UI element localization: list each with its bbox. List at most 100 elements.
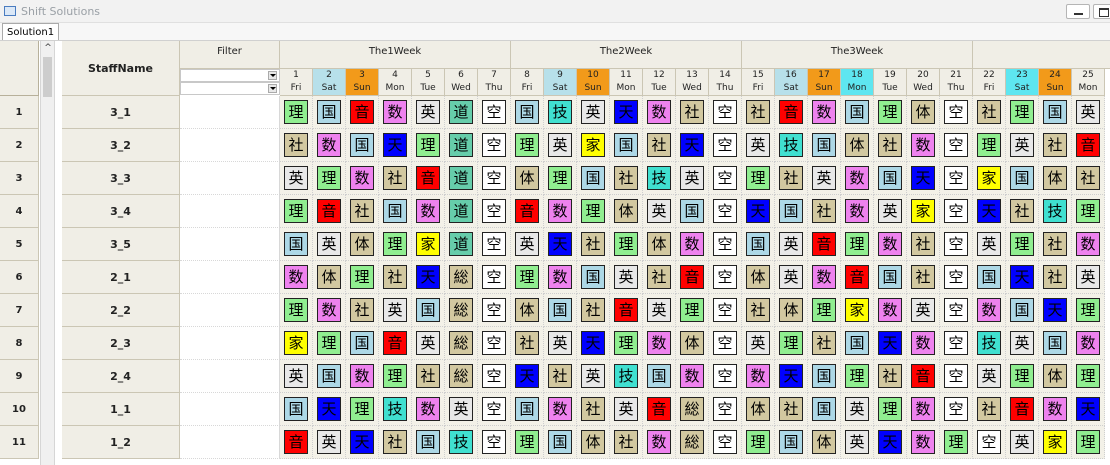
row-header[interactable]: 10 <box>0 393 39 426</box>
day-header[interactable]: 17 Sun <box>808 69 841 96</box>
subject-block[interactable]: 社 <box>746 298 770 322</box>
subject-block[interactable]: 英 <box>911 298 935 322</box>
subject-block[interactable]: 道 <box>449 133 473 157</box>
subject-block[interactable]: 社 <box>1043 232 1067 256</box>
subject-block[interactable]: 理 <box>845 232 869 256</box>
subject-block[interactable]: 数 <box>647 430 671 454</box>
subject-block[interactable]: 空 <box>482 430 506 454</box>
subject-block[interactable]: 国 <box>383 199 407 223</box>
subject-block[interactable]: 家 <box>845 298 869 322</box>
subject-block[interactable]: 家 <box>416 232 440 256</box>
subject-block[interactable]: 空 <box>713 232 737 256</box>
subject-block[interactable]: 理 <box>350 265 374 289</box>
filter-dropdown-1[interactable] <box>180 69 280 82</box>
subject-block[interactable]: 体 <box>845 133 869 157</box>
scroll-thumb[interactable] <box>43 57 52 97</box>
subject-block[interactable]: 空 <box>482 232 506 256</box>
subject-block[interactable]: 総 <box>449 298 473 322</box>
subject-block[interactable]: 天 <box>350 430 374 454</box>
subject-block[interactable]: 国 <box>581 265 605 289</box>
day-header[interactable]: 5 Tue <box>412 69 445 96</box>
subject-block[interactable]: 社 <box>647 133 671 157</box>
subject-block[interactable]: 国 <box>317 100 341 124</box>
subject-block[interactable]: 数 <box>350 166 374 190</box>
subject-block[interactable]: 数 <box>845 199 869 223</box>
subject-block[interactable]: 音 <box>812 232 836 256</box>
filter-cell[interactable] <box>180 96 280 129</box>
subject-block[interactable]: 天 <box>581 331 605 355</box>
subject-block[interactable]: 技 <box>1043 199 1067 223</box>
subject-block[interactable]: 数 <box>746 364 770 388</box>
subject-block[interactable]: 国 <box>812 397 836 421</box>
subject-block[interactable]: 社 <box>878 364 902 388</box>
subject-block[interactable]: 英 <box>284 364 308 388</box>
subject-block[interactable]: 空 <box>482 265 506 289</box>
subject-block[interactable]: 国 <box>1010 166 1034 190</box>
subject-block[interactable]: 理 <box>317 166 341 190</box>
subject-block[interactable]: 空 <box>482 100 506 124</box>
subject-block[interactable]: 国 <box>581 166 605 190</box>
subject-block[interactable]: 国 <box>845 331 869 355</box>
subject-block[interactable]: 国 <box>647 364 671 388</box>
subject-block[interactable]: 理 <box>284 199 308 223</box>
subject-block[interactable]: 国 <box>548 430 572 454</box>
subject-block[interactable]: 社 <box>383 430 407 454</box>
day-header[interactable]: 12 Tue <box>643 69 676 96</box>
subject-block[interactable]: 社 <box>911 232 935 256</box>
subject-block[interactable]: 空 <box>713 100 737 124</box>
subject-block[interactable]: 理 <box>317 331 341 355</box>
subject-block[interactable]: 社 <box>746 100 770 124</box>
subject-block[interactable]: 空 <box>713 199 737 223</box>
subject-block[interactable]: 国 <box>515 100 539 124</box>
day-header[interactable]: 1 Fri <box>280 69 313 96</box>
subject-block[interactable]: 理 <box>878 397 902 421</box>
day-header[interactable]: 13 Wed <box>676 69 709 96</box>
row-header[interactable]: 3 <box>0 162 39 195</box>
subject-block[interactable]: 空 <box>944 364 968 388</box>
subject-block[interactable]: 英 <box>449 397 473 421</box>
subject-block[interactable]: 音 <box>779 100 803 124</box>
subject-block[interactable]: 英 <box>581 364 605 388</box>
day-header[interactable]: 14 Thu <box>709 69 742 96</box>
subject-block[interactable]: 理 <box>680 298 704 322</box>
subject-block[interactable]: 空 <box>482 397 506 421</box>
subject-block[interactable]: 天 <box>878 331 902 355</box>
subject-block[interactable]: 国 <box>284 397 308 421</box>
subject-block[interactable]: 英 <box>548 331 572 355</box>
subject-block[interactable]: 理 <box>284 298 308 322</box>
subject-block[interactable]: 体 <box>680 331 704 355</box>
subject-block[interactable]: 英 <box>878 199 902 223</box>
subject-block[interactable]: 空 <box>482 133 506 157</box>
subject-block[interactable]: 数 <box>548 397 572 421</box>
subject-block[interactable]: 理 <box>1076 430 1100 454</box>
day-header[interactable]: 25 Mon <box>1072 69 1105 96</box>
subject-block[interactable]: 数 <box>911 133 935 157</box>
subject-block[interactable]: 体 <box>746 397 770 421</box>
subject-block[interactable]: 社 <box>614 166 638 190</box>
subject-block[interactable]: 理 <box>416 133 440 157</box>
subject-block[interactable]: 国 <box>284 232 308 256</box>
subject-block[interactable]: 空 <box>713 364 737 388</box>
subject-block[interactable]: 理 <box>548 166 572 190</box>
subject-block[interactable]: 国 <box>746 232 770 256</box>
subject-block[interactable]: 社 <box>614 430 638 454</box>
subject-block[interactable]: 国 <box>548 298 572 322</box>
day-header[interactable]: 19 Tue <box>874 69 907 96</box>
subject-block[interactable]: 理 <box>944 430 968 454</box>
subject-block[interactable]: 英 <box>581 100 605 124</box>
subject-block[interactable]: 体 <box>614 199 638 223</box>
subject-block[interactable]: 音 <box>383 331 407 355</box>
subject-block[interactable]: 空 <box>944 232 968 256</box>
subject-block[interactable]: 音 <box>845 265 869 289</box>
dropdown-arrow-icon[interactable] <box>268 84 277 93</box>
filter-cell[interactable] <box>180 162 280 195</box>
subject-block[interactable]: 天 <box>878 430 902 454</box>
subject-block[interactable]: 空 <box>944 100 968 124</box>
vertical-scrollbar[interactable]: ^ <box>40 41 55 465</box>
subject-block[interactable]: 国 <box>416 430 440 454</box>
subject-block[interactable]: 空 <box>977 430 1001 454</box>
staffname-header[interactable]: StaffName <box>62 41 180 96</box>
day-header[interactable]: 16 Sat <box>775 69 808 96</box>
subject-block[interactable]: 体 <box>515 166 539 190</box>
subject-block[interactable]: 空 <box>713 430 737 454</box>
